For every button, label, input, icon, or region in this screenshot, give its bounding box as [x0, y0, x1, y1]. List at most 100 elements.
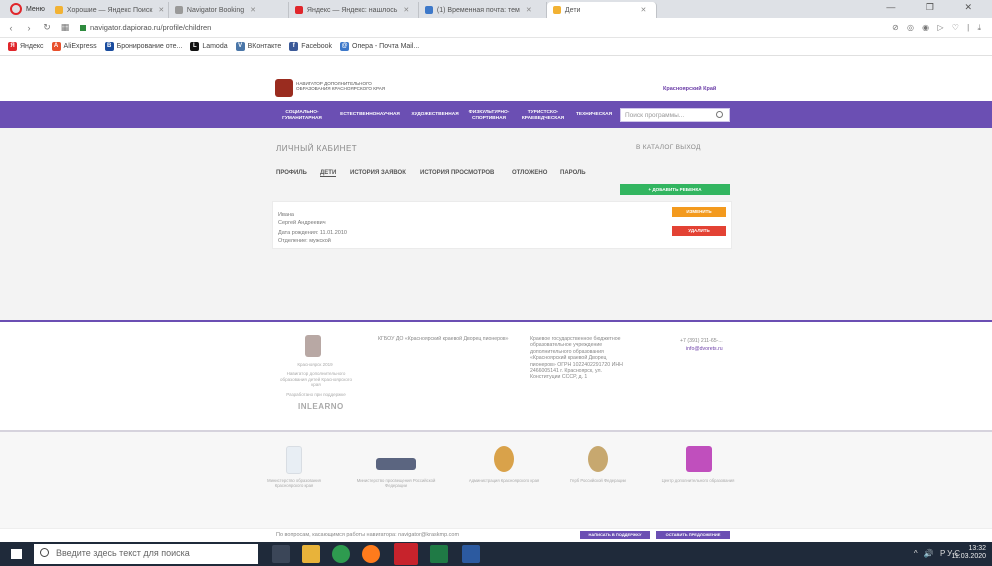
- bookmarks-bar: Я Яндекс A AliExpress B Бронирование оте...…: [0, 38, 992, 56]
- nav-science[interactable]: ЕСТЕСТВЕННОНАУЧНАЯ: [340, 112, 400, 118]
- browser-tab[interactable]: (1) Временная почта: тем ✕: [419, 2, 547, 18]
- nav-social[interactable]: СОЦИАЛЬНО-ГУМАНИТАРНАЯ: [282, 110, 322, 121]
- speed-dial-icon[interactable]: ▦: [58, 22, 72, 33]
- forward-icon[interactable]: ›: [22, 23, 36, 33]
- child-gender: Отделение: мужской: [278, 238, 331, 244]
- support-text: По вопросам, касающимся работы навигатор…: [276, 532, 460, 538]
- tab-favicon-icon: [54, 6, 63, 14]
- tab-postponed[interactable]: ОТЛОЖЕНО: [512, 170, 547, 176]
- opera-icon[interactable]: [394, 543, 418, 565]
- partner-2-logo-icon[interactable]: [376, 458, 416, 470]
- close-icon[interactable]: ✕: [640, 6, 646, 14]
- child-birthdate: Дата рождения: 11.01.2010: [278, 230, 347, 236]
- partner-4-caption: Герб Российской Федерации: [570, 478, 626, 483]
- bookmark-booking[interactable]: B Бронирование оте...: [104, 42, 182, 51]
- nav-tech[interactable]: ТЕХНИЧЕСКАЯ: [574, 112, 614, 118]
- close-icon[interactable]: ✕: [250, 6, 256, 14]
- bookmark-mail[interactable]: @ Опера - Почта Mail...: [340, 42, 419, 51]
- child-name: Ивана: [278, 212, 294, 218]
- taskbar-search-input[interactable]: Введите здесь текст для поиска: [34, 544, 258, 564]
- bookmark-vk[interactable]: V ВКонтакте: [235, 42, 281, 51]
- lock-icon: [80, 24, 86, 31]
- partner-5-caption: Центр дополнительного образования: [661, 478, 735, 483]
- chrome-icon[interactable]: [332, 545, 350, 563]
- emblem-icon: [305, 335, 321, 357]
- write-support-button[interactable]: НАПИСАТЬ В ПОДДЕРЖКУ: [580, 531, 650, 539]
- tab-request-history[interactable]: ИСТОРИЯ ЗАЯВОК: [350, 170, 406, 176]
- bookmark-aliexpress[interactable]: A AliExpress: [51, 42, 97, 51]
- task-view-icon[interactable]: [272, 545, 290, 563]
- tab-favicon-icon: [424, 6, 433, 14]
- inlearno-logo[interactable]: INLEARNO: [298, 402, 344, 411]
- vk-icon: V: [235, 42, 245, 51]
- window-controls[interactable]: — ❐ ✕: [886, 2, 986, 13]
- tab-favicon-icon: [552, 6, 561, 14]
- bookmark-facebook[interactable]: f Facebook: [289, 42, 332, 51]
- search-icon: [40, 548, 49, 557]
- site-logo-icon[interactable]: [275, 79, 293, 97]
- footer-org-full: Краевое государственное бюджетное образо…: [530, 336, 623, 381]
- aliexpress-icon: A: [51, 42, 61, 51]
- site-header: [0, 56, 992, 100]
- yandex-icon: Я: [8, 42, 17, 51]
- booking-icon: B: [104, 42, 114, 51]
- partner-2-caption: Министерство просвещения Российской Феде…: [356, 478, 436, 489]
- close-icon[interactable]: ✕: [526, 6, 532, 14]
- reload-icon[interactable]: ↻: [40, 22, 54, 33]
- partner-4-logo-icon[interactable]: [588, 446, 608, 472]
- tab-view-history[interactable]: ИСТОРИЯ ПРОСМОТРОВ: [420, 170, 494, 176]
- partner-1-logo-icon[interactable]: [286, 446, 302, 474]
- search-icon[interactable]: [716, 111, 723, 118]
- partner-1-caption: Министерство образования Красноярского к…: [267, 478, 321, 489]
- address-bar-icons[interactable]: ⊘ ◎ ◉ ▷ ♡ | ⤓: [892, 23, 984, 33]
- facebook-icon: f: [289, 42, 299, 51]
- excel-icon[interactable]: [430, 545, 448, 563]
- region-link[interactable]: Красноярский Край: [663, 86, 716, 92]
- nav-tourism[interactable]: ТУРИСТСКО-КРАЕВЕДЧЕСКАЯ: [520, 110, 566, 121]
- partner-3-caption: Администрация Красноярского края: [468, 478, 540, 483]
- delete-child-button[interactable]: УДАЛИТЬ: [672, 226, 726, 236]
- browser-tab-bar: Меню Хорошие — Яндекс Поиск ✕ Navigator B…: [0, 0, 992, 18]
- mail-icon: @: [340, 42, 350, 51]
- site-logo-text[interactable]: НАВИГАТОР ДОПОЛНИТЕЛЬНОГО ОБРАЗОВАНИЯ КР…: [296, 81, 406, 92]
- footer-powered: Разработано при поддержке: [286, 392, 346, 397]
- tab-children[interactable]: ДЕТИ: [320, 170, 337, 177]
- support-bar: [0, 528, 992, 542]
- edit-child-button[interactable]: ИЗМЕНИТЬ: [672, 207, 726, 217]
- browser-tab[interactable]: Яндекс — Яндекс: нашлось ✕: [289, 2, 419, 18]
- partner-5-logo-icon[interactable]: [686, 446, 712, 472]
- nav-art[interactable]: ХУДОЖЕСТВЕННАЯ: [410, 112, 460, 118]
- close-icon[interactable]: ✕: [158, 6, 164, 14]
- catalog-exit-links[interactable]: В КАТАЛОГ ВЫХОД: [636, 144, 701, 151]
- word-icon[interactable]: [462, 545, 480, 563]
- browser-tab[interactable]: Navigator Booking ✕: [169, 2, 289, 18]
- lamoda-icon: L: [190, 42, 200, 51]
- clock[interactable]: 13:32 11.03.2020: [951, 545, 986, 561]
- footer-description: Навигатор дополнительного образования де…: [280, 371, 352, 387]
- bookmark-lamoda[interactable]: L Lamoda: [190, 42, 228, 51]
- explorer-icon[interactable]: [302, 545, 320, 563]
- url-field[interactable]: navigator.dapiorao.ru/profile/children: [90, 23, 211, 32]
- opera-menu[interactable]: Меню: [26, 6, 45, 13]
- footer-email[interactable]: info@dvorets.ru: [686, 346, 746, 352]
- address-bar: ‹ › ↻ ▦ navigator.dapiorao.ru/profile/ch…: [0, 18, 992, 38]
- close-icon[interactable]: ✕: [403, 6, 409, 14]
- add-child-button[interactable]: + ДОБАВИТЬ РЕБЕНКА: [620, 184, 730, 195]
- tab-profile[interactable]: ПРОФИЛЬ: [276, 170, 307, 176]
- opera-logo-icon[interactable]: [10, 3, 22, 15]
- tab-favicon-icon: [294, 6, 303, 14]
- browser-tab[interactable]: Хорошие — Яндекс Поиск ✕: [49, 2, 169, 18]
- firefox-icon[interactable]: [362, 545, 380, 563]
- bookmark-yandex[interactable]: Я Яндекс: [8, 42, 44, 51]
- program-search-input[interactable]: Поиск программы...: [620, 108, 730, 122]
- tab-password[interactable]: ПАРОЛЬ: [560, 170, 586, 176]
- browser-tab-active[interactable]: Дети ✕: [546, 2, 657, 18]
- nav-sport[interactable]: ФИЗКУЛЬТУРНО-СПОРТИВНАЯ: [468, 110, 510, 121]
- back-icon[interactable]: ‹: [4, 23, 18, 33]
- child-card: [272, 201, 732, 249]
- partner-3-logo-icon[interactable]: [494, 446, 514, 472]
- suggestion-button[interactable]: ОСТАВИТЬ ПРЕДЛОЖЕНИЕ: [656, 531, 730, 539]
- footer-org-short: КГБОУ ДО «Красноярский краевой Дворец пи…: [378, 336, 509, 342]
- windows-icon: [11, 549, 22, 559]
- footer-phone[interactable]: +7 (391) 211-65-...: [680, 338, 740, 344]
